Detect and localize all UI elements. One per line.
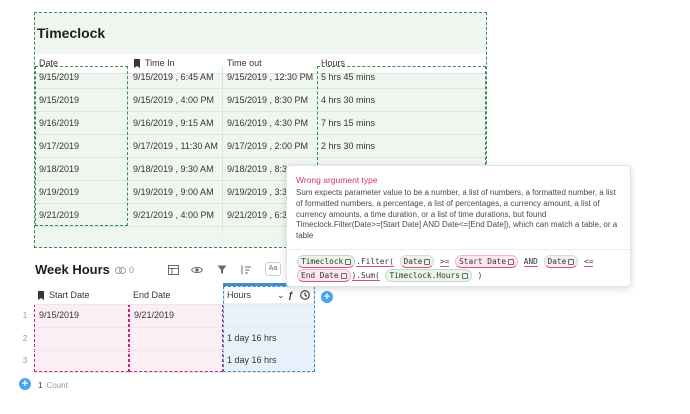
calendar-icon <box>568 259 575 265</box>
token-text: End Date <box>301 271 339 280</box>
cell-start-date[interactable]: 9/15/2019 <box>39 305 79 325</box>
add-column-button[interactable]: + <box>321 291 333 303</box>
cell-time-in[interactable]: 9/15/2019 , 6:45 AM <box>133 66 214 88</box>
formula-token-end-date: End Date <box>297 269 351 282</box>
cell-time-in[interactable]: 9/16/2019 , 9:15 AM <box>133 112 214 134</box>
sort-icon[interactable] <box>239 263 253 277</box>
column-header-hours[interactable]: Hours ⌄ ƒ <box>227 286 313 304</box>
formula-preview: Timeclock .Filter( Date >= Start Date AND… <box>296 255 626 283</box>
cell-hours[interactable]: 1 day 16 hrs <box>227 328 277 348</box>
calendar-icon <box>424 259 431 265</box>
formula-token-date: Date <box>399 255 435 268</box>
token-text: Timeclock <box>301 257 344 266</box>
link-count: 0 <box>129 265 135 275</box>
row-count-label: Count <box>46 381 68 390</box>
row-count: 1 Count <box>38 381 68 390</box>
formula-close: ) <box>477 271 483 280</box>
row-number: 1 <box>22 311 28 320</box>
formula-filter: .Filter( <box>356 257 394 267</box>
table-view-icon[interactable] <box>166 263 180 277</box>
cell-time-out[interactable]: 9/15/2019 , 12:30 PM <box>227 66 313 88</box>
formula-token-table: Timeclock <box>297 255 356 268</box>
formula-token-date: Date <box>543 255 579 268</box>
filter-icon[interactable] <box>215 263 229 277</box>
formula-operator: AND <box>523 257 538 267</box>
calendar-icon <box>508 259 515 265</box>
cell-time-in[interactable]: 9/19/2019 , 9:00 AM <box>133 181 214 203</box>
row-count-value: 1 <box>38 381 43 390</box>
token-text: Timeclock.Hours <box>389 271 460 280</box>
column-header-hours-label: Hours <box>227 290 252 300</box>
bookmark-icon <box>38 291 44 301</box>
column-header-start-date-label: Start Date <box>49 290 90 300</box>
cell-end-date[interactable]: 9/21/2019 <box>134 305 174 325</box>
cell-time-out[interactable]: 9/19/2019 , 3:3 <box>227 181 287 203</box>
error-message: Sum expects parameter value to be a numb… <box>296 188 618 241</box>
token-text: Date <box>403 257 423 266</box>
cell-time-in[interactable]: 9/15/2019 , 4:00 PM <box>133 89 214 111</box>
text-format-button[interactable]: Aa <box>265 262 281 276</box>
formula-token-start-date: Start Date <box>455 255 519 268</box>
table-icon <box>345 259 352 265</box>
token-text: Start Date <box>459 257 507 266</box>
timeclock-title: Timeclock <box>37 25 106 41</box>
date-column-highlight <box>35 66 128 226</box>
formula-operator: >= <box>440 257 450 267</box>
clock-icon <box>461 273 468 279</box>
cell-time-in[interactable]: 9/18/2019 , 9:30 AM <box>133 158 214 180</box>
add-row-button[interactable]: + <box>19 378 31 390</box>
calendar-icon <box>340 273 347 279</box>
error-title: Wrong argument type <box>296 175 378 185</box>
divider <box>287 249 630 250</box>
cell-time-out[interactable]: 9/17/2019 , 2:00 PM <box>227 135 308 157</box>
column-header-end-date[interactable]: End Date <box>133 286 171 304</box>
formula-sum: ).Sum( <box>351 271 380 281</box>
row-divider <box>34 372 314 373</box>
formula-icon[interactable]: ƒ <box>288 286 293 304</box>
column-header-start-date[interactable]: Start Date <box>37 286 90 304</box>
cell-time-in[interactable]: 9/21/2019 , 4:00 PM <box>133 204 214 226</box>
linked-references[interactable]: 0 <box>115 265 134 275</box>
row-number: 2 <box>22 334 28 343</box>
formula-token-hours: Timeclock.Hours <box>385 269 472 282</box>
formula-operator: <= <box>584 257 594 267</box>
column-divider <box>222 66 223 234</box>
token-text: Date <box>547 257 567 266</box>
cell-time-out[interactable]: 9/21/2019 , 6:3 <box>227 204 287 226</box>
cell-time-out[interactable]: 9/18/2019 , 8:3 <box>227 158 287 180</box>
link-icon <box>115 266 126 274</box>
row-number: 3 <box>22 356 28 365</box>
cell-time-out[interactable]: 9/16/2019 , 4:30 PM <box>227 112 308 134</box>
formula-error-tooltip: Wrong argument type Sum expects paramete… <box>286 165 631 287</box>
cell-time-in[interactable]: 9/17/2019 , 11:30 AM <box>133 135 218 157</box>
week-hours-title: Week Hours <box>35 262 110 277</box>
eye-icon[interactable] <box>190 263 204 277</box>
cell-time-out[interactable]: 9/15/2019 , 8:30 PM <box>227 89 308 111</box>
cell-hours[interactable]: 1 day 16 hrs <box>227 350 277 370</box>
chevron-down-icon[interactable]: ⌄ <box>277 286 285 304</box>
clock-icon[interactable] <box>300 290 310 300</box>
